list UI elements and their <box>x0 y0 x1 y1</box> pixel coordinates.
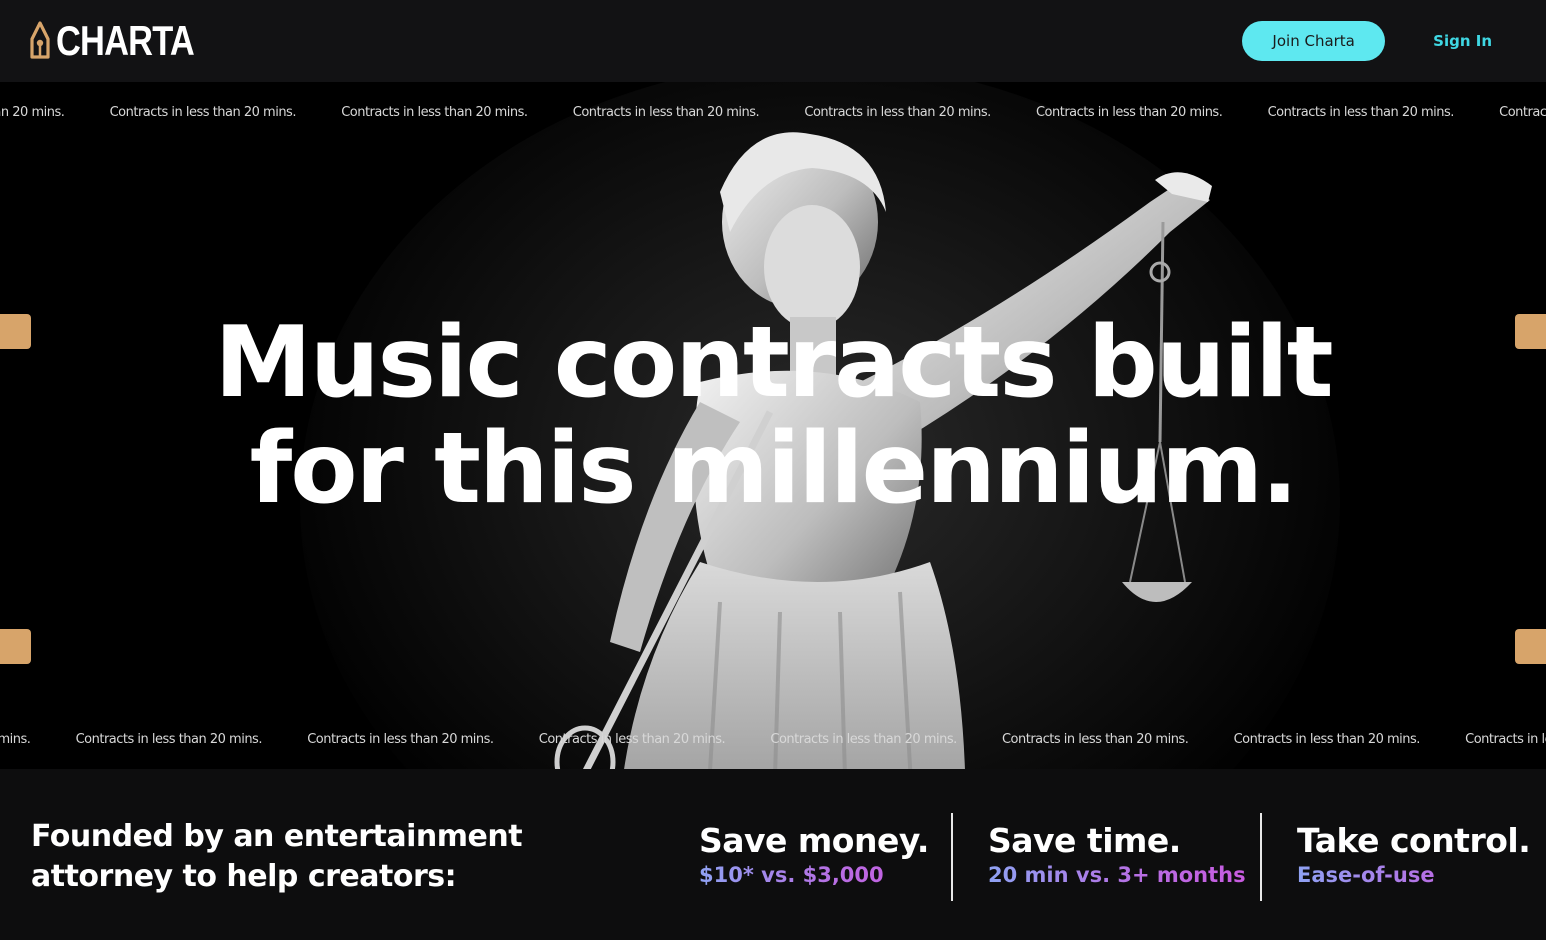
stat-title: Take control. <box>1297 821 1531 860</box>
brand-logo[interactable]: CHARTA <box>30 20 224 62</box>
headline-line-1: Music contracts built <box>214 306 1333 420</box>
ticker-item: Contracts in less than 20 mins. <box>1035 105 1223 120</box>
corner-accent-bottom-left <box>0 629 31 664</box>
hero-headline: Music contracts built for this millenniu… <box>0 310 1546 522</box>
pen-nib-icon <box>30 21 50 59</box>
ticker-item: Contracts in less than 20 mins. <box>804 105 991 120</box>
founded-line-2: attorney to help creators: <box>31 859 457 894</box>
ticker-item: Contracts in less than 20 mins. <box>0 105 65 120</box>
ticker-item: Contracts in less than 20 mins. <box>572 105 760 120</box>
hero-section: Contracts in less than 20 mins. Contract… <box>0 82 1546 769</box>
ticker-item: Contracts in less than 20 mins. <box>1233 732 1421 747</box>
stat-title: Save time. <box>988 821 1181 860</box>
ticker-bottom: Contracts in less than 20 mins. Contract… <box>0 728 1546 752</box>
stat-subtitle: Ease-of-use <box>1297 861 1530 889</box>
stat-save-money: Save money. $10* vs. $3,000 <box>699 821 929 889</box>
ticker-item: Contracts in less than 20 mins. <box>109 105 297 120</box>
stat-divider <box>1260 813 1262 901</box>
sign-in-link[interactable]: Sign In <box>1433 32 1492 50</box>
brand-name: CHARTA <box>56 17 195 64</box>
ticker-item: Contracts in less than 20 mins. <box>75 732 263 747</box>
headline-line-2: for this millennium. <box>249 412 1299 526</box>
value-props-band: Founded by an entertainment attorney to … <box>0 769 1546 940</box>
ticker-item: Contracts in less than 20 mins. <box>1001 732 1189 747</box>
ticker-item: Contracts in less than 20 mins. <box>0 732 31 747</box>
stat-subtitle: $10* vs. $3,000 <box>699 861 929 889</box>
stat-take-control: Take control. Ease-of-use <box>1297 821 1531 889</box>
ticker-item: Contracts in less than 20 mins. <box>1267 105 1455 120</box>
site-header: CHARTA Join Charta Sign In <box>0 0 1546 82</box>
corner-accent-bottom-right <box>1515 629 1546 664</box>
join-charta-button[interactable]: Join Charta <box>1242 21 1386 61</box>
founded-statement: Founded by an entertainment attorney to … <box>31 817 523 897</box>
ticker-item: Contracts in less than 20 mins. <box>1499 105 1546 120</box>
stat-subtitle: 20 min vs. 3+ months <box>988 863 1246 887</box>
ticker-item: Contracts in less than 20 mins. <box>1465 732 1546 747</box>
stat-divider <box>951 813 953 901</box>
ticker-item: Contracts in less than 20 mins. <box>341 105 528 120</box>
ticker-top: Contracts in less than 20 mins. Contract… <box>0 101 1546 125</box>
stat-title: Save money. <box>699 821 929 860</box>
stat-save-time: Save time. 20 min vs. 3+ months <box>988 821 1246 889</box>
founded-line-1: Founded by an entertainment <box>31 819 523 854</box>
ticker-item: Contracts in less than 20 mins. <box>770 732 957 747</box>
ticker-item: Contracts in less than 20 mins. <box>538 732 726 747</box>
header-actions: Join Charta Sign In <box>1242 21 1516 61</box>
ticker-item: Contracts in less than 20 mins. <box>307 732 494 747</box>
